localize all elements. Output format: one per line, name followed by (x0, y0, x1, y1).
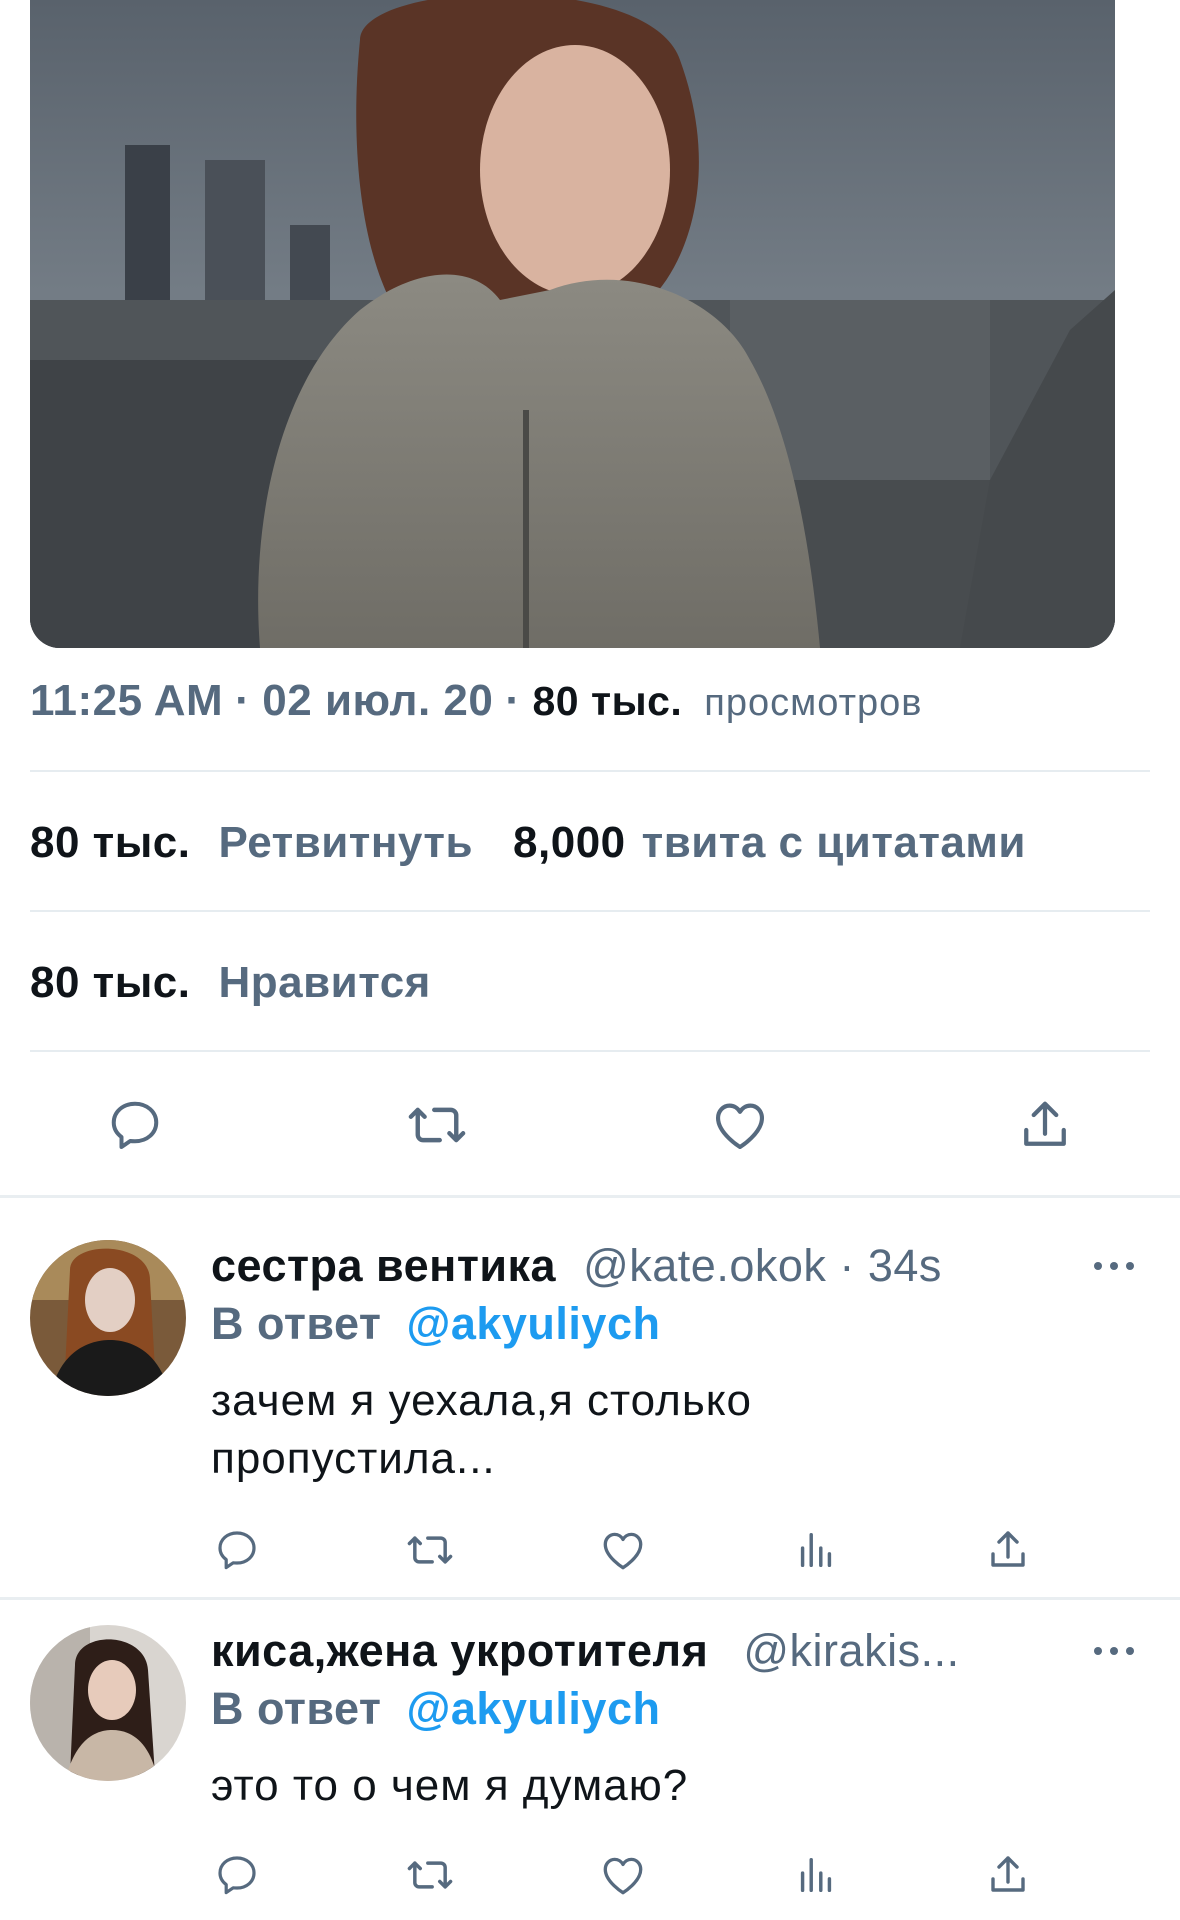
like-button[interactable] (593, 1520, 653, 1580)
analytics-button[interactable] (786, 1845, 846, 1905)
analytics-icon (800, 1857, 832, 1893)
avatar[interactable] (30, 1240, 186, 1396)
like-icon (715, 1103, 765, 1150)
retweet-icon (408, 1107, 466, 1143)
analytics-icon (800, 1532, 832, 1568)
retweet-button[interactable] (397, 1085, 477, 1165)
reply-icon (218, 1856, 256, 1895)
reply-button[interactable] (207, 1845, 267, 1905)
share-icon (1024, 1101, 1066, 1146)
divider (30, 770, 1150, 772)
replying-to-label: В ответ (211, 1683, 382, 1734)
views-label: просмотров (704, 682, 923, 724)
tweet-actions (0, 1085, 1180, 1165)
reply-icon (218, 1531, 256, 1570)
quotes-label[interactable]: твита с цитатами (642, 818, 1026, 868)
reply-actions (0, 1845, 1180, 1905)
avatar-image (30, 1625, 186, 1781)
reply-author-name[interactable]: киса,жена укротителя (211, 1625, 708, 1676)
analytics-button[interactable] (786, 1520, 846, 1580)
like-stats: 80 тыс. Нравится (30, 948, 431, 1018)
meta-separator: · (235, 676, 251, 725)
avatar-image (30, 1240, 186, 1396)
views-count: 80 тыс. (532, 678, 683, 724)
like-button[interactable] (700, 1085, 780, 1165)
divider (30, 1050, 1150, 1052)
like-icon (603, 1857, 643, 1895)
share-icon (991, 1531, 1025, 1567)
reply-author-handle[interactable]: @kirakis... (743, 1625, 959, 1676)
like-icon (603, 1532, 643, 1570)
retweet-button[interactable] (400, 1520, 460, 1580)
reply-tweet[interactable]: сестра вентика @kate.okok · 34s В ответ … (0, 1220, 1180, 1595)
avatar[interactable] (30, 1625, 186, 1781)
tweet-date: 02 июл. 20 (262, 676, 494, 725)
share-button[interactable] (1005, 1085, 1085, 1165)
retweets-count: 80 тыс. (30, 818, 191, 867)
section-divider (0, 1195, 1180, 1198)
reply-author-name[interactable]: сестра вентика (211, 1240, 556, 1291)
reply-text: зачем я уехала,я столько пропустила... (211, 1376, 752, 1483)
share-button[interactable] (978, 1520, 1038, 1580)
replying-to-handle[interactable]: @akyuliych (406, 1683, 660, 1734)
retweets-label[interactable]: Ретвитнуть (219, 818, 474, 868)
replying-to: В ответ @akyuliych (211, 1681, 660, 1737)
tweet-photo[interactable] (30, 0, 1115, 648)
reply-button[interactable] (207, 1520, 267, 1580)
likes-count: 80 тыс. (30, 958, 191, 1007)
retweet-icon (407, 1536, 453, 1564)
retweet-icon (407, 1861, 453, 1889)
more-options-icon[interactable] (1094, 1256, 1134, 1276)
share-button[interactable] (978, 1845, 1038, 1905)
reply-text: это то о чем я думаю? (211, 1761, 689, 1810)
reply-author-handle[interactable]: @kate.okok · 34s (583, 1240, 942, 1291)
tweet-meta: 11:25 AM · 02 июл. 20 · 80 тыс. просмотр… (30, 676, 922, 736)
tweet-time: 11:25 AM (30, 676, 224, 725)
retweet-button[interactable] (400, 1845, 460, 1905)
quotes-count: 8,000 (513, 818, 626, 867)
reply-icon (111, 1101, 159, 1149)
reply-tweet[interactable]: киса,жена укротителя @kirakis... В ответ… (0, 1600, 1180, 1920)
divider (30, 910, 1150, 912)
reply-actions (0, 1520, 1180, 1580)
more-options-icon[interactable] (1094, 1641, 1134, 1661)
share-icon (991, 1856, 1025, 1892)
tweet-detail-page: 11:25 AM · 02 июл. 20 · 80 тыс. просмотр… (0, 0, 1180, 1920)
like-button[interactable] (593, 1845, 653, 1905)
reply-button[interactable] (95, 1085, 175, 1165)
replying-to-handle[interactable]: @akyuliych (406, 1298, 660, 1349)
likes-label[interactable]: Нравится (219, 958, 431, 1008)
tweet-photo-image (30, 0, 1115, 648)
replying-to-label: В ответ (211, 1298, 382, 1349)
reply-header: киса,жена укротителя @kirakis... (211, 1623, 960, 1679)
reply-header: сестра вентика @kate.okok · 34s (211, 1238, 942, 1294)
retweet-stats: 80 тыс. Ретвитнуть 8,000 твита с цитатам… (30, 808, 1026, 878)
replying-to: В ответ @akyuliych (211, 1296, 660, 1352)
meta-separator: · (505, 676, 521, 725)
